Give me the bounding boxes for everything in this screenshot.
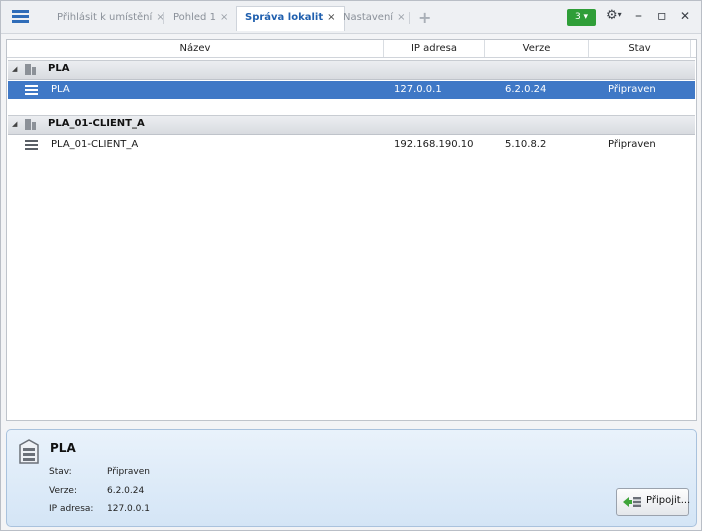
connect-label: Připojit... (646, 495, 691, 506)
column-header-name[interactable]: Název (7, 40, 384, 57)
details-panel: PLA Stav: Připraven Verze: 6.2.0.24 IP a… (6, 429, 697, 527)
close-tab-icon[interactable]: × (327, 12, 335, 23)
close-tab-icon[interactable]: × (220, 12, 228, 23)
tab-site-management[interactable]: Správa lokalit × (236, 6, 345, 31)
status-label: Stav: (49, 467, 72, 477)
ip-label: IP adresa: (49, 504, 94, 514)
group-name: PLA (48, 63, 70, 74)
notification-badge-button[interactable]: 3 ▾ (567, 9, 596, 26)
minimize-icon[interactable]: – (635, 7, 642, 25)
group-name: PLA_01-CLIENT_A (48, 118, 145, 129)
connect-button[interactable]: Připojit... (616, 488, 691, 516)
tab-view-1[interactable]: Pohled 1 × (173, 7, 228, 29)
maximize-icon[interactable]: ▫ (657, 7, 667, 25)
cell-ip: 127.0.0.1 (394, 84, 442, 95)
tab-label: Přihlásit k umístění (57, 12, 153, 23)
collapse-triangle-icon[interactable]: ◢ (12, 65, 17, 73)
group-header-pla-01-client-a[interactable]: ◢ PLA_01-CLIENT_A (8, 115, 695, 135)
tab-bar: Přihlásit k umístění × Pohled 1 × Správa l… (1, 1, 701, 34)
table-row[interactable]: PLA 127.0.0.1 6.2.0.24 Připraven (8, 81, 695, 99)
server-icon (19, 439, 39, 464)
cell-ip: 192.168.190.10 (394, 139, 474, 150)
close-tab-icon[interactable]: × (397, 12, 405, 23)
chevron-down-icon: ▾ (617, 10, 622, 19)
server-icon (25, 140, 38, 150)
ip-value: 127.0.0.1 (107, 504, 150, 514)
column-header-version[interactable]: Verze (485, 40, 589, 57)
gear-glyph: ⚙ (606, 8, 618, 23)
tab-label: Pohled 1 (173, 12, 216, 23)
sites-grid: Název IP adresa Verze Stav ◢ PLA PLA 127… (6, 39, 697, 421)
column-header-ip[interactable]: IP adresa (384, 40, 485, 57)
tab-label: Správa lokalit (245, 12, 324, 23)
details-title: PLA (50, 441, 76, 455)
cell-status: Připraven (608, 139, 656, 150)
column-header-status[interactable]: Stav (589, 40, 691, 57)
tab-separator (163, 12, 164, 24)
collapse-triangle-icon[interactable]: ◢ (12, 120, 17, 128)
hamburger-menu-icon[interactable] (12, 10, 29, 23)
tab-separator (409, 12, 410, 24)
server-icon (25, 85, 38, 95)
cell-version: 6.2.0.24 (505, 84, 547, 95)
group-header-pla[interactable]: ◢ PLA (8, 60, 695, 80)
tab-settings[interactable]: Nastavení × (343, 7, 405, 29)
building-icon (25, 119, 36, 130)
app-window: Přihlásit k umístění × Pohled 1 × Správa l… (0, 0, 702, 531)
cell-status: Připraven (608, 84, 656, 95)
close-icon[interactable]: ✕ (680, 7, 690, 25)
gear-icon[interactable]: ⚙▾ (606, 8, 622, 23)
cell-name: PLA_01-CLIENT_A (51, 139, 139, 150)
connect-icon (623, 497, 641, 507)
grid-header: Název IP adresa Verze Stav (7, 40, 696, 58)
cell-version: 5.10.8.2 (505, 139, 547, 150)
status-value: Připraven (107, 467, 150, 477)
table-row[interactable]: PLA_01-CLIENT_A 192.168.190.10 5.10.8.2 … (8, 136, 695, 154)
add-tab-icon[interactable]: + (418, 8, 431, 27)
cell-name: PLA (51, 84, 70, 95)
version-label: Verze: (49, 486, 77, 496)
tab-label: Nastavení (343, 12, 394, 23)
version-value: 6.2.0.24 (107, 486, 145, 496)
tab-login-location[interactable]: Přihlásit k umístění × (57, 7, 165, 29)
building-icon (25, 64, 36, 75)
